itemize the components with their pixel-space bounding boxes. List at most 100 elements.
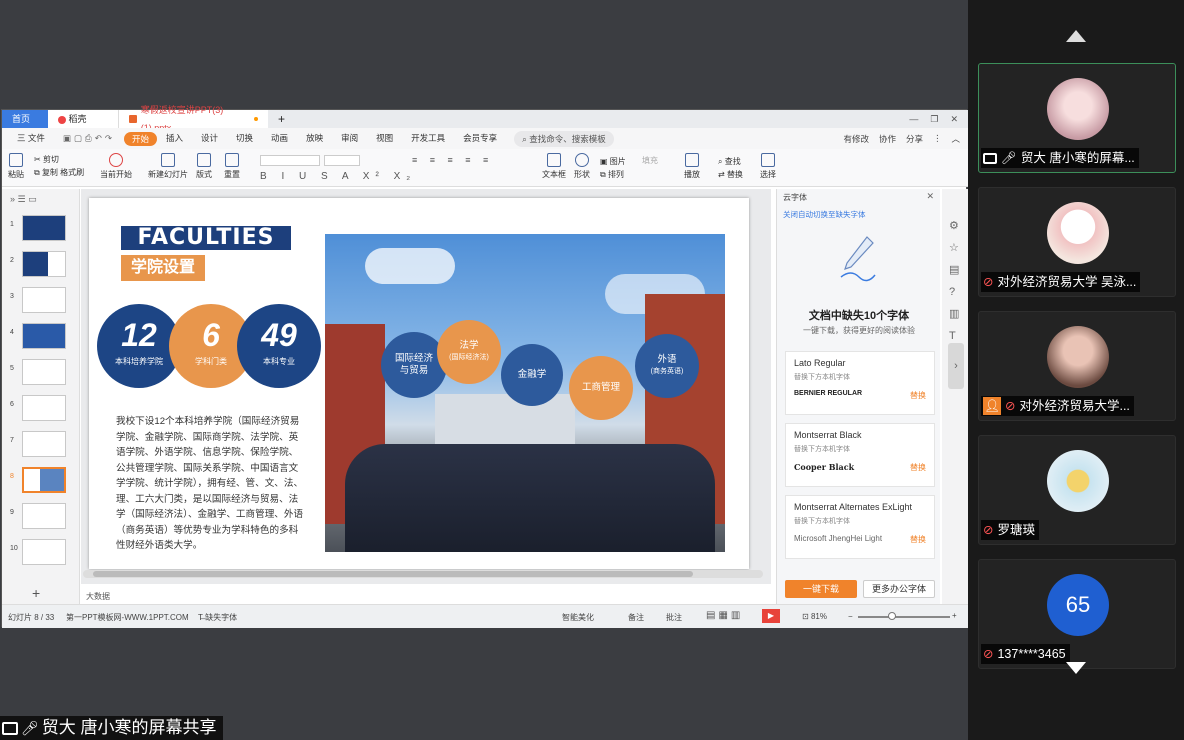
zoom-slider[interactable] [858, 616, 950, 618]
participant-name: 对外经济贸易大学 吴泳... [997, 275, 1137, 289]
slide-thumbnail[interactable] [22, 431, 66, 457]
scroll-up-icon[interactable] [1066, 30, 1086, 42]
slide-thumbnail[interactable] [22, 215, 66, 241]
minimize-icon[interactable]: — [909, 114, 918, 125]
arrange-button[interactable]: ⧉ 排列 [600, 168, 626, 181]
text-format-buttons[interactable]: B I U S A X² X₂ [260, 171, 416, 182]
replace-font-button[interactable]: 替换 [910, 462, 926, 473]
format-painter-button[interactable]: 格式刷 [60, 168, 84, 177]
menu-design[interactable]: 设计 [192, 128, 227, 149]
share-button[interactable]: 分享 [906, 133, 923, 145]
find-button[interactable]: ⌕ 查找 [718, 155, 743, 168]
replace-font-button[interactable]: 替换 [910, 534, 926, 545]
slide-thumbnail[interactable] [22, 287, 66, 313]
font-family-select[interactable] [260, 155, 320, 166]
replace-button[interactable]: ⇄ 替换 [718, 168, 743, 181]
notes-button[interactable]: 备注 [628, 612, 644, 623]
docer-icon [58, 115, 66, 124]
zoom-out-button[interactable]: − [848, 612, 853, 621]
reset-button[interactable]: 重置 [224, 153, 240, 180]
thumb-number: 8 [10, 473, 14, 480]
participant-tile[interactable]: ⊘ 对外经济贸易大学 吴泳... [978, 187, 1176, 297]
more-icon[interactable]: ⋮ [933, 133, 942, 145]
view-mode-buttons[interactable]: ▤▦▥ [706, 610, 743, 621]
slide-thumbnail-selected[interactable] [22, 467, 66, 493]
picture-button[interactable]: ▣ 图片 [600, 155, 626, 168]
fill-button[interactable]: 填充 [642, 155, 658, 166]
paste-button[interactable]: 粘贴 [8, 153, 24, 180]
fit-icon[interactable]: ⊡ [802, 612, 811, 621]
participant-tile[interactable]: ⊘ 罗瑭瑛 [978, 435, 1176, 545]
font-card: Montserrat Black 替换下方本机字体 Cooper Black 替换 [785, 423, 935, 487]
new-tab-button[interactable]: + [268, 110, 295, 128]
collapse-ribbon-icon[interactable]: ︿ [951, 133, 960, 145]
zoom-in-button[interactable]: + [952, 611, 957, 620]
cut-button[interactable]: ✂ 剪切 [34, 153, 84, 166]
collab-button[interactable]: 协作 [879, 133, 896, 145]
ribbon-toolbar: 粘贴 ✂ 剪切 ⧉ 复制 格式刷 当前开始 新建幻灯片 版式 重置 B I U … [2, 149, 968, 187]
bubble-line1: 外语 [657, 354, 677, 365]
play-from-current-button[interactable]: 当前开始 [100, 153, 132, 180]
replace-font-button[interactable]: 替换 [910, 390, 926, 401]
scrollbar-thumb[interactable] [93, 571, 693, 577]
menu-view[interactable]: 视图 [367, 128, 402, 149]
font-panel-close-icon[interactable]: ✕ [926, 191, 934, 202]
copy-button[interactable]: ⧉ 复制 格式刷 [34, 166, 84, 179]
participant-tile[interactable]: 🎤︎ 贸大 唐小寒的屏幕... [978, 63, 1176, 173]
menu-member[interactable]: 会员专享 [454, 128, 506, 149]
display-button[interactable]: 播放 [684, 153, 700, 180]
scroll-down-icon[interactable] [1066, 662, 1086, 674]
menu-home[interactable]: 开始 [123, 131, 157, 146]
restore-icon[interactable]: ❐ [930, 114, 938, 125]
tab-file[interactable]: 寒假返校宣讲PPT(3)(1).pptx [118, 105, 268, 133]
menu-transition[interactable]: 切换 [227, 128, 262, 149]
horizontal-scrollbar[interactable] [83, 570, 763, 578]
paragraph-buttons[interactable]: ≡ ≡ ≡ ≡ ≡ [412, 155, 493, 165]
missing-font-status[interactable]: T̶ 缺失字体 [198, 612, 237, 623]
menu-review[interactable]: 审阅 [332, 128, 367, 149]
participant-tile[interactable]: 65 ⊘ 137****3465 [978, 559, 1176, 669]
menu-slideshow[interactable]: 放映 [297, 128, 332, 149]
avatar [1047, 202, 1109, 264]
auto-switch-link[interactable]: 关闭自动切换至缺失字体 [783, 209, 866, 220]
tab-home[interactable]: 首页 [2, 110, 48, 128]
select-button[interactable]: 选择 [760, 153, 776, 180]
command-search-input[interactable]: ⌕ 查找命令、搜索模板 [514, 130, 614, 147]
menu-insert[interactable]: 插入 [157, 128, 192, 149]
menu-file[interactable]: 三 文件 [8, 128, 54, 149]
slide-thumbnail[interactable] [22, 359, 66, 385]
expand-panel-icon[interactable]: › [948, 343, 964, 389]
quick-tools-icon[interactable]: ▣▢⎙↶↷ [54, 128, 124, 149]
slide-thumbnail[interactable] [22, 539, 66, 565]
missing-font-subtitle: 一键下载，获得更好的阅读体验 [803, 326, 915, 335]
slide-thumbnail[interactable] [22, 503, 66, 529]
notes-area[interactable]: 大数据 [86, 591, 110, 602]
slide[interactable]: FACULTIES 学院设置 12 本科培养学院 6 学科门类 49 本科专业 … [89, 198, 749, 569]
more-fonts-button[interactable]: 更多办公字体 [863, 580, 935, 598]
slide-thumbnail[interactable] [22, 395, 66, 421]
slideshow-play-button[interactable]: ▶ [762, 609, 780, 623]
play-icon [109, 153, 123, 167]
close-icon[interactable]: ✕ [950, 114, 958, 125]
add-slide-button[interactable]: + [32, 585, 40, 601]
display-icon [685, 153, 699, 167]
tab-docer[interactable]: 稻壳 [48, 110, 118, 128]
slide-thumbnail[interactable] [22, 251, 66, 277]
side-tools[interactable]: ⚙ ☆ ▤? ▥ T [949, 215, 959, 347]
beautify-button[interactable]: 智能美化 [562, 612, 594, 623]
thumbnail-view-toggle[interactable]: » ☰ ▭ [10, 194, 37, 205]
menu-animation[interactable]: 动画 [262, 128, 297, 149]
layout-button[interactable]: 版式 [196, 153, 212, 180]
textbox-button[interactable]: 文本框 [542, 153, 566, 180]
shapes-button[interactable]: 形状 [574, 153, 590, 180]
comment-button[interactable]: 批注 [666, 612, 682, 623]
zoom-slider-handle[interactable] [888, 612, 896, 620]
menu-developer[interactable]: 开发工具 [402, 128, 454, 149]
font-size-select[interactable] [324, 155, 360, 166]
slide-thumbnail[interactable] [22, 323, 66, 349]
new-slide-button[interactable]: 新建幻灯片 [148, 153, 188, 180]
modified-button[interactable]: 有修改 [843, 133, 869, 145]
select-icon [761, 153, 775, 167]
download-all-button[interactable]: 一键下载 [785, 580, 857, 598]
participant-tile[interactable]: 👤︎ ⊘ 对外经济贸易大学... [978, 311, 1176, 421]
